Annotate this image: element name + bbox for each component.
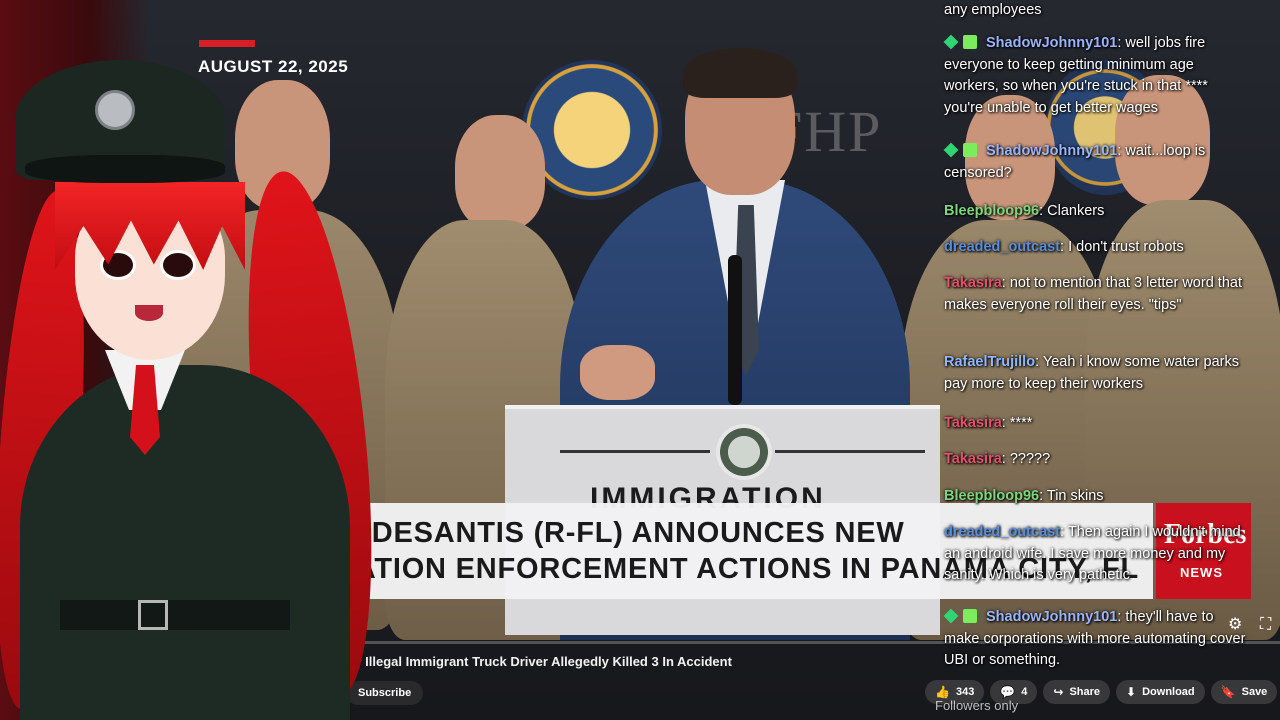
diamond-badge-icon xyxy=(943,142,959,158)
chat-username[interactable]: ShadowJohnny101 xyxy=(986,609,1117,625)
speaker-hand xyxy=(580,345,655,400)
chat-message: Takasira: ????? xyxy=(944,449,1249,471)
avatar-cap-brim xyxy=(25,155,225,183)
chat-username[interactable]: ShadowJohnny101 xyxy=(986,143,1117,159)
chat-username[interactable]: Bleepbloop96 xyxy=(944,488,1039,504)
chat-username[interactable]: Takasira xyxy=(944,451,1002,467)
chat-message: Bleepbloop96: Tin skins xyxy=(944,486,1249,508)
chat-message: Takasira: not to mention that 3 letter w… xyxy=(944,273,1249,316)
trooper-head xyxy=(455,115,545,230)
chat-text: Clankers xyxy=(1047,203,1105,219)
vtuber-avatar xyxy=(0,60,393,720)
date-accent-bar xyxy=(199,40,255,47)
microphone xyxy=(728,255,742,405)
chat-separator: : xyxy=(1039,203,1048,219)
avatar-buckle xyxy=(138,600,168,630)
chat-message: ShadowJohnny101: wait...loop is censored… xyxy=(943,141,1249,184)
chat-text: **** xyxy=(1009,415,1033,431)
chat-username[interactable]: Bleepbloop96 xyxy=(944,203,1039,219)
chat-separator: : xyxy=(1060,239,1069,255)
chat-separator: : xyxy=(1060,524,1068,540)
chat-separator: : xyxy=(1039,488,1047,504)
chat-badges xyxy=(943,607,982,629)
chat-username[interactable]: ShadowJohnny101 xyxy=(986,35,1117,51)
speaker-hair xyxy=(683,48,797,98)
chat-text: Tin skins xyxy=(1046,488,1104,504)
chat-text: any employees xyxy=(944,2,1042,18)
chat-message: Bleepbloop96: Clankers xyxy=(944,201,1249,223)
chat-username[interactable]: dreaded_outcast xyxy=(944,524,1060,540)
chat-username[interactable]: Takasira xyxy=(944,415,1002,431)
avatar-eye xyxy=(160,250,196,280)
chat-username[interactable]: dreaded_outcast xyxy=(944,239,1060,255)
chat-message: ShadowJohnny101: well jobs fire everyone… xyxy=(943,33,1249,119)
chat-message: any employees xyxy=(944,0,1249,22)
chat-message: dreaded_outcast: Then again I wouldn't m… xyxy=(944,522,1249,587)
subscriber-badge-icon xyxy=(963,609,977,623)
chat-separator: : xyxy=(1001,451,1010,467)
chat-message: Takasira: **** xyxy=(944,413,1249,435)
chat-separator: : xyxy=(1001,275,1010,291)
podium-rule xyxy=(775,450,925,453)
chat-message: RafaelTrujillo: Yeah i know some water p… xyxy=(944,352,1249,395)
avatar-mouth xyxy=(135,305,163,321)
diamond-badge-icon xyxy=(943,34,959,50)
subscriber-badge-icon xyxy=(963,35,977,49)
chat-username[interactable]: RafaelTrujillo xyxy=(944,354,1035,370)
live-chat-overlay: any employees ShadowJohnny101: well jobs … xyxy=(943,0,1280,700)
avatar-coat xyxy=(20,365,350,720)
chat-message: ShadowJohnny101: they'll have to make co… xyxy=(943,607,1249,672)
chat-message: dreaded_outcast: I don't trust robots xyxy=(944,237,1249,259)
avatar-belt xyxy=(60,600,290,630)
followers-only-notice: Followers only xyxy=(935,698,1019,713)
chat-text: I don't trust robots xyxy=(1068,239,1184,255)
cap-emblem-icon xyxy=(95,90,135,130)
diamond-badge-icon xyxy=(943,608,959,624)
chat-badges xyxy=(943,141,982,163)
chat-text: ????? xyxy=(1009,451,1051,467)
chat-separator: : xyxy=(1001,415,1010,431)
subscriber-badge-icon xyxy=(963,143,977,157)
chat-username[interactable]: Takasira xyxy=(944,275,1002,291)
chat-badges xyxy=(943,33,982,55)
chat-separator: : xyxy=(1035,354,1043,370)
podium-rule xyxy=(560,450,710,453)
florida-seal-icon xyxy=(716,424,772,480)
